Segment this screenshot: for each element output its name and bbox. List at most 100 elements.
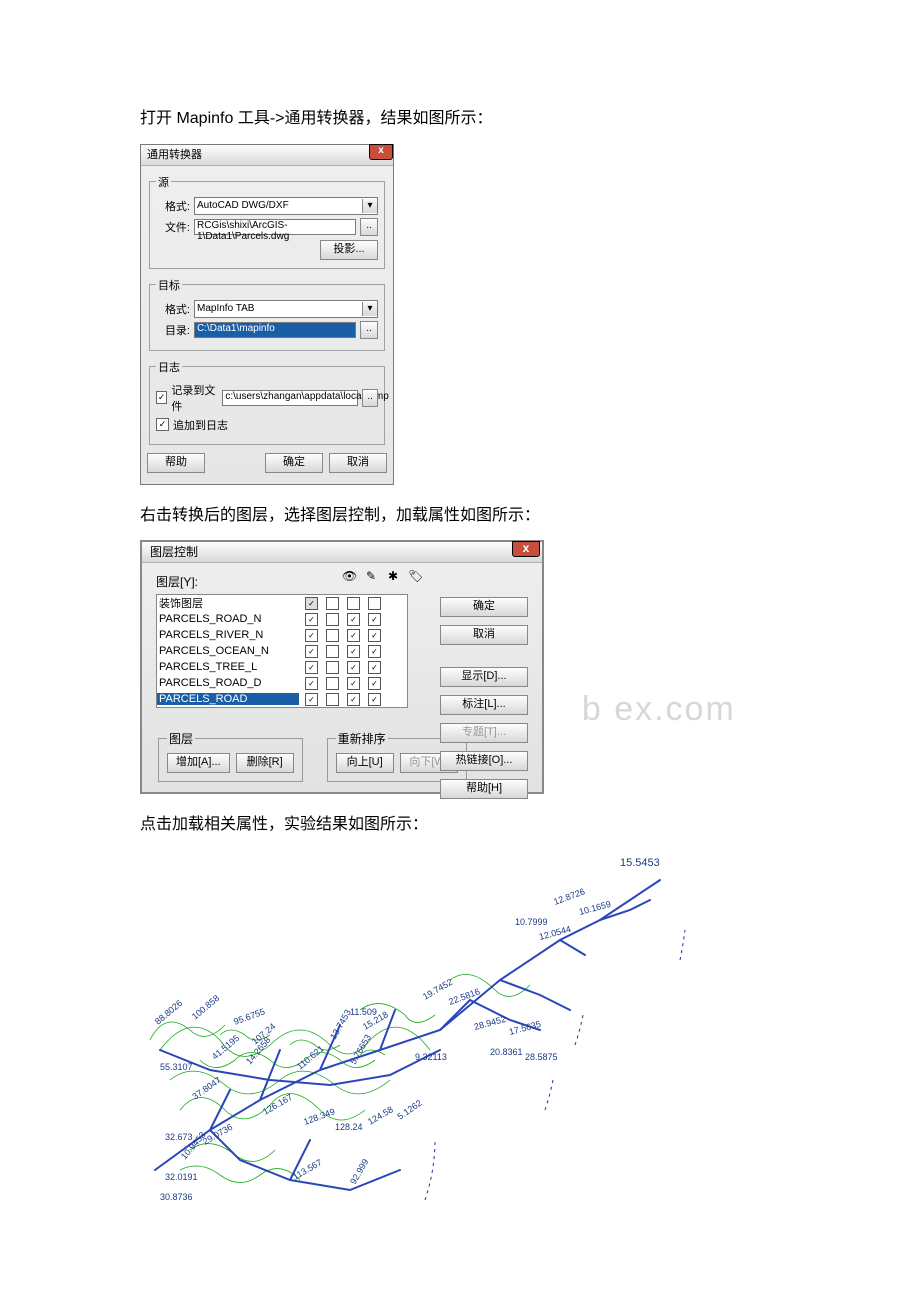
layer-row[interactable]: PARCELS_TREE_L ✓ ✓ ✓ — [157, 659, 407, 675]
up-button[interactable]: 向上[U] — [336, 753, 394, 773]
dest-dir-input[interactable]: C:\Data1\mapinfo — [194, 322, 356, 338]
checkbox[interactable]: ✓ — [368, 629, 381, 642]
checkbox[interactable]: ✓ — [156, 391, 167, 404]
map-label: 37.8047 — [190, 1075, 222, 1102]
checkbox[interactable]: ✓ — [347, 629, 360, 642]
format-label: 格式: — [156, 198, 190, 214]
paragraph-3: 点击加载相关属性，实验结果如图所示： — [140, 812, 780, 838]
map-label: 124.58 — [366, 1104, 395, 1126]
layer-name: PARCELS_ROAD — [157, 693, 299, 705]
layer-name: PARCELS_ROAD_D — [157, 677, 299, 689]
map-label: 126.167 — [261, 1092, 294, 1117]
source-group: 源 格式: AutoCAD DWG/DXF ▾ 文件: RCGis\shixi\… — [149, 174, 385, 269]
help-button[interactable]: 帮助[H] — [440, 779, 528, 799]
checkbox[interactable]: ✓ — [368, 645, 381, 658]
cancel-button[interactable]: 取消 — [329, 453, 387, 473]
map-label: 95.6755 — [232, 1006, 266, 1027]
checkbox[interactable] — [326, 629, 339, 642]
combo-value: AutoCAD DWG/DXF — [197, 200, 289, 211]
layer-name: PARCELS_ROAD_N — [157, 613, 299, 625]
checkbox[interactable]: ✓ — [156, 418, 169, 431]
checkbox[interactable]: ✓ — [305, 597, 318, 610]
layer-name: PARCELS_TREE_L — [157, 661, 299, 673]
checkbox[interactable] — [368, 597, 381, 610]
source-legend: 源 — [156, 174, 171, 190]
dest-format-combo[interactable]: MapInfo TAB ▾ — [194, 300, 378, 318]
delete-button[interactable]: 删除[R] — [236, 753, 294, 773]
label-button[interactable]: 标注[L]... — [440, 695, 528, 715]
chevron-down-icon[interactable]: ▾ — [362, 199, 377, 213]
checkbox[interactable] — [326, 661, 339, 674]
projection-button[interactable]: 投影... — [320, 240, 378, 260]
reorder-legend: 重新排序 — [336, 730, 388, 747]
checkbox[interactable]: ✓ — [305, 629, 318, 642]
map-label: 100.858 — [190, 993, 221, 1022]
map-label: 113.567 — [291, 1157, 324, 1182]
close-icon[interactable]: x — [369, 144, 393, 160]
log-file-input[interactable]: c:\users\zhangan\appdata\local\temp — [222, 390, 358, 406]
checkbox[interactable]: ✓ — [368, 693, 381, 706]
map-label: 55.3107 — [160, 1062, 193, 1072]
log-legend: 日志 — [156, 359, 182, 375]
checkbox[interactable] — [326, 645, 339, 658]
checkbox[interactable]: ✓ — [305, 661, 318, 674]
checkbox[interactable]: ✓ — [305, 613, 318, 626]
checkbox[interactable] — [326, 613, 339, 626]
browse-button[interactable]: .. — [360, 218, 378, 236]
checkbox[interactable]: ✓ — [347, 645, 360, 658]
checkbox[interactable] — [326, 597, 339, 610]
browse-button[interactable]: .. — [360, 321, 378, 339]
side-buttons: 确定 取消 显示[D]... 标注[L]... 专题[T]... 热链接[O].… — [440, 597, 528, 799]
layer-name: 装饰图层 — [157, 595, 299, 611]
checkbox[interactable]: ✓ — [347, 693, 360, 706]
hotlink-button[interactable]: 热链接[O]... — [440, 751, 528, 771]
display-button[interactable]: 显示[D]... — [440, 667, 528, 687]
layer-row[interactable]: PARCELS_ROAD_D ✓ ✓ ✓ — [157, 675, 407, 691]
checkbox[interactable]: ✓ — [305, 645, 318, 658]
add-button[interactable]: 增加[A]... — [167, 753, 230, 773]
theme-button[interactable]: 专题[T]... — [440, 723, 528, 743]
source-file-input[interactable]: RCGis\shixi\ArcGIS-1\Data1\Parcels.dwg — [194, 219, 356, 235]
column-icons: 👁 ✎ ✱ 🏷 — [342, 569, 422, 583]
map-label: 128.24 — [335, 1122, 363, 1132]
layer-row[interactable]: 装饰图层 ✓ — [157, 595, 407, 611]
map-label: 32.0191 — [165, 1172, 198, 1182]
layer-row[interactable]: PARCELS_RIVER_N✓✓✓ — [157, 627, 407, 643]
checkbox[interactable]: ✓ — [347, 661, 360, 674]
select-icon: ✱ — [386, 569, 400, 583]
layer-control-dialog: 图层控制 x 图层[Y]: 👁 ✎ ✱ 🏷 装饰图层✓PARCELS_ROAD_… — [140, 540, 544, 794]
converter-dialog: 通用转换器 x 源 格式: AutoCAD DWG/DXF ▾ 文件: RCGi… — [140, 144, 394, 485]
source-format-combo[interactable]: AutoCAD DWG/DXF ▾ — [194, 197, 378, 215]
dest-legend: 目标 — [156, 277, 182, 293]
map-corner-label: 15.5453 — [620, 857, 660, 869]
map-label: 41.5195 — [210, 1033, 241, 1062]
close-icon[interactable]: x — [512, 541, 540, 557]
layer-ops-group: 图层 增加[A]... 删除[R] — [158, 730, 303, 782]
checkbox[interactable]: ✓ — [347, 613, 360, 626]
dialog-titlebar: 通用转换器 x — [141, 145, 393, 166]
layer-row[interactable]: PARCELS_ROAD_N ✓ ✓ ✓ — [157, 611, 407, 627]
checkbox[interactable] — [347, 597, 360, 610]
dialog-titlebar: 图层控制 x — [142, 542, 542, 563]
layer-row[interactable]: PARCELS_ROAD ✓ ✓ ✓ — [157, 691, 407, 707]
checkbox[interactable]: ✓ — [368, 677, 381, 690]
layer-row[interactable]: PARCELS_OCEAN_N✓✓✓ — [157, 643, 407, 659]
ok-button[interactable]: 确定 — [265, 453, 323, 473]
checkbox[interactable] — [326, 677, 339, 690]
map-label: 9.32113 — [415, 1052, 447, 1062]
browse-button[interactable]: .. — [362, 389, 378, 407]
layer-list-area: 图层[Y]: 👁 ✎ ✱ 🏷 装饰图层✓PARCELS_ROAD_N✓✓✓PAR… — [156, 573, 406, 708]
layer-listbox[interactable]: 装饰图层✓PARCELS_ROAD_N✓✓✓PARCELS_RIVER_N✓✓✓… — [156, 594, 408, 708]
checkbox[interactable]: ✓ — [305, 677, 318, 690]
checkbox[interactable]: ✓ — [347, 677, 360, 690]
cancel-button[interactable]: 取消 — [440, 625, 528, 645]
checkbox[interactable] — [326, 693, 339, 706]
file-label: 文件: — [156, 219, 190, 235]
log-tofile-label: 记录到文件 — [171, 382, 218, 414]
checkbox[interactable]: ✓ — [305, 693, 318, 706]
chevron-down-icon[interactable]: ▾ — [362, 302, 377, 316]
help-button[interactable]: 帮助 — [147, 453, 205, 473]
checkbox[interactable]: ✓ — [368, 661, 381, 674]
checkbox[interactable]: ✓ — [368, 613, 381, 626]
ok-button[interactable]: 确定 — [440, 597, 528, 617]
